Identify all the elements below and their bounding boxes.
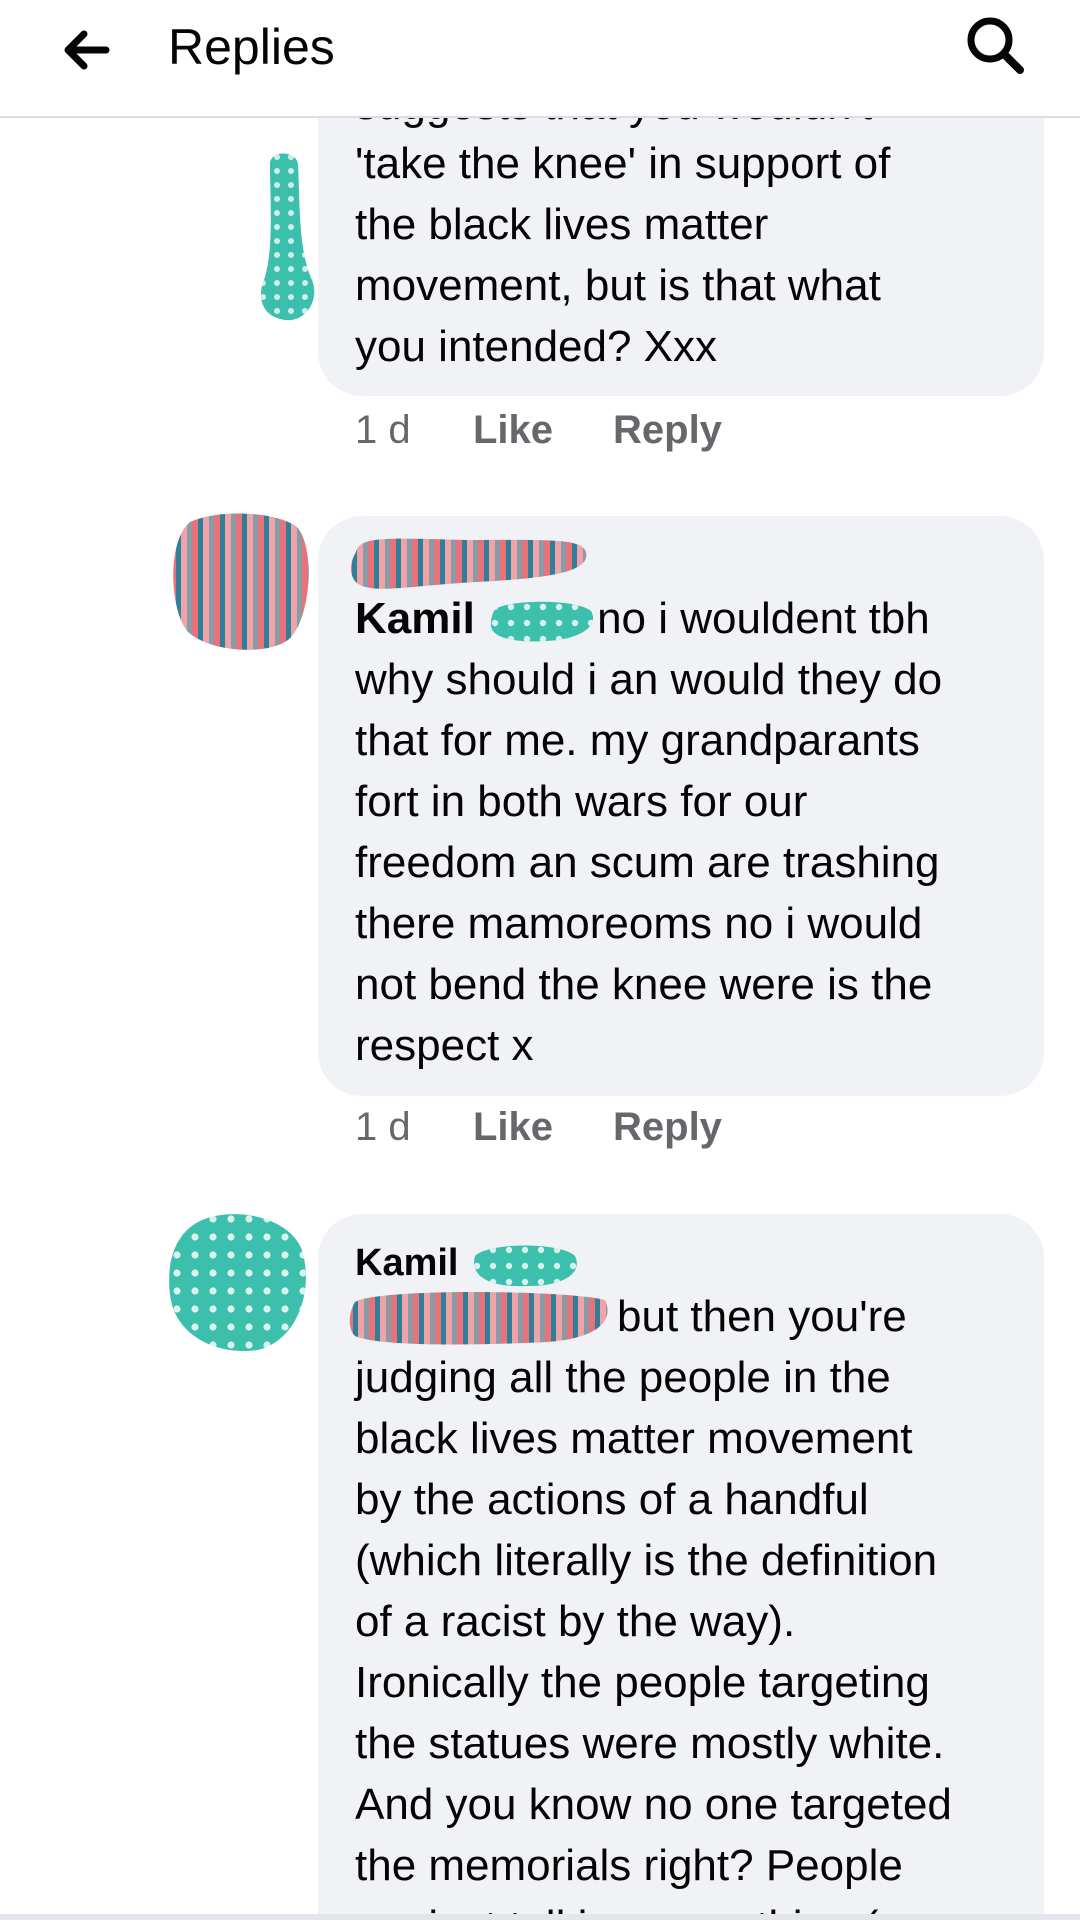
bottom-divider <box>0 1914 1080 1920</box>
comment-author[interactable]: Kamil <box>355 1242 458 1284</box>
top-bar: Replies <box>0 0 1080 118</box>
arrow-left-icon <box>64 30 110 70</box>
replies-thread: suggests that you wouldn't 'take the kne… <box>0 116 1080 1916</box>
comment-text: Kamil no i wouldent tbh why should i an … <box>355 588 1035 1076</box>
comment-author-line: Kamil <box>355 1238 1035 1288</box>
comment-line: of a racist by the way). <box>355 1597 796 1646</box>
redacted-name-blob <box>351 538 587 589</box>
search-button[interactable] <box>958 8 1032 82</box>
avatar-redacted <box>169 1214 306 1352</box>
comment-line: no i wouldent tbh <box>597 594 930 643</box>
comment-line: the statues were mostly white. <box>355 1719 945 1768</box>
comment-line: respect x <box>355 1021 534 1070</box>
comment-line: judging all the people in the <box>355 1353 891 1402</box>
comment-text: but then you're judging all the people i… <box>349 1286 1035 1916</box>
comment-first-line: Kamil no i wouldent tbh <box>355 588 1035 649</box>
reply-button[interactable]: Reply <box>613 405 722 455</box>
comment-first-line: but then you're <box>349 1286 1035 1347</box>
reply-button[interactable]: Reply <box>613 1102 722 1152</box>
comment-line: (which literally is the definition <box>355 1536 938 1585</box>
like-button[interactable]: Like <box>473 405 553 455</box>
comment-line: you intended? Xxx <box>355 322 718 371</box>
redacted-name-blob <box>490 602 594 642</box>
back-button[interactable] <box>56 20 116 80</box>
comment-line: not bend the knee were is the <box>355 960 933 1009</box>
comment-line: 'take the knee' in support of <box>355 139 891 188</box>
comment-author[interactable]: Kamil <box>355 594 475 643</box>
comment-time: 1 d <box>355 408 411 452</box>
comment-text: 'take the knee' in support of the black … <box>355 133 1035 377</box>
comment-line: there mamoreoms no i would <box>355 899 923 948</box>
comment-line: but then you're <box>617 1292 907 1341</box>
comment-line-partial: against talking something (eg <box>355 1896 1035 1916</box>
like-button[interactable]: Like <box>473 1102 553 1152</box>
comment-line: movement, but is that what <box>355 261 881 310</box>
comment-line: fort in both wars for our <box>355 777 808 826</box>
avatar-redacted <box>260 153 315 321</box>
comment-line: the memorials right? People <box>355 1841 903 1890</box>
comment-time: 1 d <box>355 1105 411 1149</box>
redacted-name-blob <box>474 1245 577 1287</box>
comment-line: Ironically the people targeting <box>355 1658 930 1707</box>
comment-line: And you know no one targeted <box>355 1780 952 1829</box>
comment-line: by the actions of a handful <box>355 1475 869 1524</box>
comment-line: freedom an scum are trashing <box>355 838 940 887</box>
page-title: Replies <box>168 19 335 75</box>
comment-line: that for me. my grandparants <box>355 716 920 765</box>
avatar-redacted <box>173 513 309 650</box>
comment-line: why should i an would they do <box>355 655 943 704</box>
comment-line: the black lives matter <box>355 200 769 249</box>
search-icon <box>967 17 1024 74</box>
redacted-name-blob <box>349 1292 608 1345</box>
comment-line: black lives matter movement <box>355 1414 913 1463</box>
